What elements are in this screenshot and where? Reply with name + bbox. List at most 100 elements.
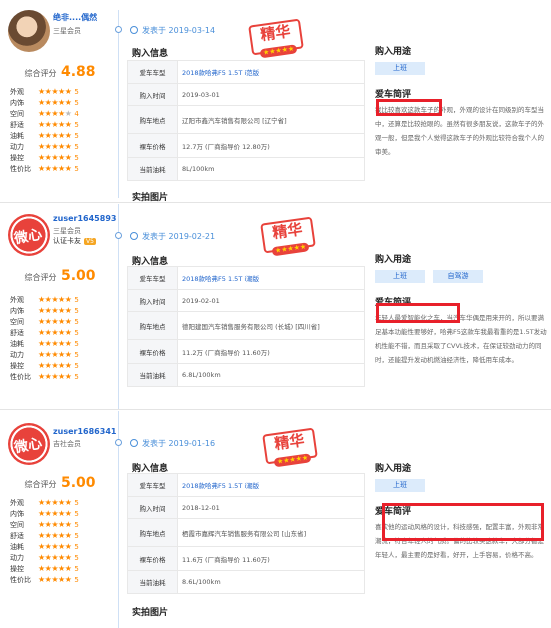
rating-list: 外观 ★★★★★ 5 内饰 ★★★★★ 5 空间 ★★★★★ 5 舒适 ★★★★★ 5 油耗 ★★★★★ 5… [10,294,120,382]
purchase-place: 栖霞市嘉辉汽车销售服务有限公司 [山东省] [177,518,365,547]
essence-stars: ★★★★★ [273,453,312,468]
rating-value: 5 [74,532,79,540]
rating-label: 性价比 [10,165,31,173]
star-rating-icon: ★★★★★ [38,131,72,140]
field-label: 当前油耗 [127,570,178,594]
avatar[interactable]: 微心 [8,423,50,465]
usage-tag: 自驾游 [433,270,483,283]
usage-tag: 上班 [375,270,425,283]
rating-value: 5 [74,510,79,518]
rating-list: 外观 ★★★★★ 5 内饰 ★★★★★ 5 空间 ★★★★★ 5 舒适 ★★★★★ 5 油耗 ★★★★★ 5… [10,497,120,585]
rating-value: 5 [74,165,79,173]
essence-text: 精华 [273,431,306,454]
purchase-place: 德阳建国汽车销售服务有限公司 (长城) [四川省] [177,311,365,340]
post-date: 发表于 2019-02-21 [130,231,215,242]
username[interactable]: zuser1686341 [53,427,116,436]
usage-tag: 上班 [375,62,425,75]
rating-row: 舒适 ★★★★★ 5 [10,119,120,130]
star-rating-icon: ★★★★★ [38,120,72,129]
purchase-time: 2018-12-01 [177,496,365,519]
rating-value: 4 [74,110,79,118]
score-label: 综合评分 [24,480,57,489]
purchase-time: 2019-03-01 [177,83,365,106]
highlight-box [376,99,442,116]
post-date: 发表于 2019-03-14 [130,25,215,36]
rating-row: 舒适 ★★★★★ 5 [10,530,120,541]
star-rating-icon: ★★★★★ [38,575,72,584]
clock-icon [130,232,138,240]
essence-badge: 精华 ★★★★★ [262,427,318,468]
rating-label: 性价比 [10,576,31,584]
photos-title: 实拍图片 [132,608,169,618]
rating-row: 内饰 ★★★★★ 5 [10,305,120,316]
car-model-link[interactable]: 2018款哈弗F5 1.5T i范版 [177,60,365,84]
essence-text: 精华 [271,220,304,243]
vip-badge: V5 [84,238,96,245]
field-label: 购车地点 [127,311,178,340]
date-prefix: 发表于 [142,232,166,241]
date-prefix: 发表于 [142,26,166,35]
essence-stars: ★★★★★ [259,44,298,59]
rating-row: 空间 ★★★★★ 4 [10,108,120,119]
score-label: 综合评分 [24,273,57,282]
purchase-info-table: 爱车车型 2018款哈弗F5 1.5T i范版 购入时间 2019-03-01 购车… [127,60,365,181]
rating-value: 5 [74,154,79,162]
rating-value: 5 [74,351,79,359]
score-value: 5.00 [61,268,96,284]
rating-value: 5 [74,554,79,562]
rating-row: 操控 ★★★★★ 5 [10,563,120,574]
purchase-price: 11.6万 (厂商指导价 11.60万) [177,546,365,571]
usage-title: 购入用途 [375,255,412,265]
highlight-box [382,503,544,541]
divider [0,202,551,203]
rating-value: 5 [74,521,79,529]
star-rating-icon: ★★★★★ [38,564,72,573]
star-rating-icon: ★★★★★ [38,509,72,518]
date-prefix: 发表于 [142,439,166,448]
rating-row: 内饰 ★★★★★ 5 [10,508,120,519]
fuel-consumption: 6.8L/100km [177,363,365,387]
score-value: 5.00 [61,475,96,491]
member-level: 吉社会员 [53,440,81,448]
usage-title: 购入用途 [375,47,412,57]
divider [0,409,551,410]
star-rating-icon: ★★★★★ [38,153,72,162]
review-card: 绝非....偶然 三星会员 综合评分 4.88 外观 ★★★★★ 5 内饰 ★★★★★ 5… [0,0,551,203]
timeline-dot [115,26,122,33]
essence-badge: 精华 ★★★★★ [260,216,316,257]
review-card: 微心 zuser1686341 吉社会员 综合评分 5.00 外观 ★★★★★ 5 内… [0,411,551,628]
username[interactable]: 绝非....偶然 [53,12,97,23]
essence-badge: 精华 ★★★★★ [248,18,304,59]
rating-row: 操控 ★★★★★ 5 [10,152,120,163]
avatar[interactable] [8,10,50,52]
field-label: 当前油耗 [127,157,178,181]
rating-row: 性价比 ★★★★★ 5 [10,163,120,174]
purchase-time: 2019-02-01 [177,289,365,312]
field-label: 当前油耗 [127,363,178,387]
rating-value: 5 [74,143,79,151]
rating-value: 5 [74,340,79,348]
usage-tag: 上班 [375,479,425,492]
rating-row: 动力 ★★★★★ 5 [10,349,120,360]
car-model-link[interactable]: 2018款哈弗F5 1.5T i潮版 [177,266,365,290]
rating-row: 油耗 ★★★★★ 5 [10,130,120,141]
star-rating-icon: ★★★★★ [38,361,72,370]
field-label: 裸车价格 [127,339,178,364]
car-model-link[interactable]: 2018款哈弗F5 1.5T i潮版 [177,473,365,497]
star-rating-icon: ★★★★★ [38,350,72,359]
fuel-consumption: 8L/100km [177,157,365,181]
rating-row: 外观 ★★★★★ 5 [10,86,120,97]
rating-label: 性价比 [10,373,31,381]
essence-stars: ★★★★★ [271,242,310,257]
star-rating-icon: ★★★★★ [38,142,72,151]
star-rating-icon: ★★★★★ [38,531,72,540]
star-rating-icon: ★★★★★ [38,87,72,96]
purchase-price: 11.2万 (厂商指导价 11.60万) [177,339,365,364]
essence-text: 精华 [259,22,292,45]
timeline-dot [115,439,122,446]
avatar[interactable]: 微心 [8,214,50,256]
overall-score: 综合评分 5.00 [0,268,120,284]
rating-value: 5 [74,543,79,551]
rating-list: 外观 ★★★★★ 5 内饰 ★★★★★ 5 空间 ★★★★★ 4 舒适 ★★★★★ 5 油耗 ★★★★★ 5… [10,86,120,174]
username[interactable]: zuser1645893 [53,214,116,223]
